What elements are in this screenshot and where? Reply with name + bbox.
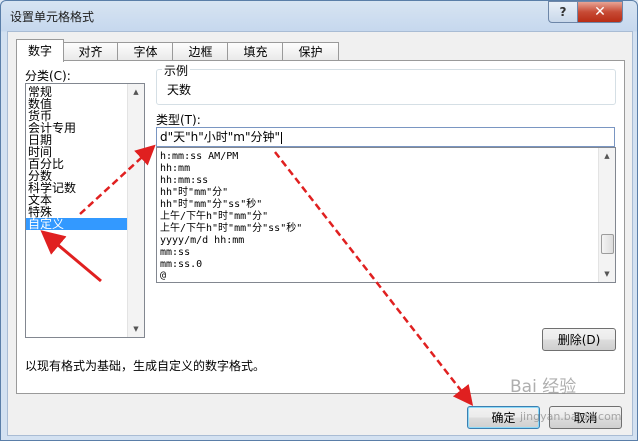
tab-font[interactable]: 字体 bbox=[117, 42, 174, 61]
tab-alignment[interactable]: 对齐 bbox=[62, 42, 119, 61]
delete-button[interactable]: 删除(D) bbox=[542, 328, 616, 351]
list-item[interactable]: yyyy/m/d hh:mm bbox=[160, 235, 244, 246]
tab-border[interactable]: 边框 bbox=[172, 42, 229, 61]
scroll-thumb[interactable] bbox=[601, 234, 614, 254]
list-item[interactable]: @ bbox=[160, 270, 166, 281]
help-button[interactable]: ? bbox=[548, 1, 578, 23]
list-item[interactable]: 常规 bbox=[26, 86, 128, 98]
sample-label: 示例 bbox=[162, 62, 191, 79]
sample-value: 天数 bbox=[167, 83, 192, 97]
dialog-title: 设置单元格格式 bbox=[10, 10, 95, 24]
list-item[interactable]: 百分比 bbox=[26, 158, 128, 170]
list-item[interactable]: 日期 bbox=[26, 134, 128, 146]
type-input-value: d"天"h"小时"m"分钟" bbox=[160, 130, 281, 144]
number-tab-panel: 分类(C): 常规 数值 货币 会计专用 日期 时间 百分比 分数 科学记数 文… bbox=[16, 60, 625, 394]
list-item[interactable]: 上午/下午h"时"mm"分" bbox=[160, 211, 268, 222]
format-description: 以现有格式为基础，生成自定义的数字格式。 bbox=[25, 359, 266, 373]
list-item[interactable]: hh:mm bbox=[160, 163, 190, 174]
sample-group bbox=[156, 69, 616, 105]
close-icon: ✕ bbox=[594, 4, 606, 20]
list-item[interactable]: 货币 bbox=[26, 110, 128, 122]
watermark-url: jingyan.baidu.com bbox=[520, 410, 622, 423]
list-item[interactable]: mm:ss.0 bbox=[160, 259, 202, 270]
type-label: 类型(T): bbox=[156, 113, 201, 127]
text-caret bbox=[281, 131, 283, 144]
scroll-up-icon[interactable]: ▲ bbox=[599, 148, 615, 164]
list-item[interactable]: 数值 bbox=[26, 98, 128, 110]
tab-number[interactable]: 数字 bbox=[16, 39, 64, 62]
list-item[interactable]: 时间 bbox=[26, 146, 128, 158]
category-label: 分类(C): bbox=[25, 69, 71, 83]
list-item[interactable]: 文本 bbox=[26, 194, 128, 206]
list-item[interactable]: h:mm:ss AM/PM bbox=[160, 151, 238, 162]
format-list[interactable]: h:mm:ss AM/PM hh:mm hh:mm:ss hh"时"mm"分" … bbox=[156, 147, 616, 283]
title-bar[interactable]: 设置单元格格式 ? ✕ bbox=[1, 1, 637, 31]
type-input[interactable]: d"天"h"小时"m"分钟" bbox=[156, 127, 615, 147]
scroll-down-icon[interactable]: ▼ bbox=[128, 321, 144, 337]
list-item[interactable]: hh"时"mm"分"ss"秒" bbox=[160, 199, 262, 210]
category-scrollbar[interactable]: ▲ ▼ bbox=[127, 84, 144, 337]
list-item[interactable]: 会计专用 bbox=[26, 122, 128, 134]
tab-fill[interactable]: 填充 bbox=[227, 42, 284, 61]
list-item[interactable]: mm:ss bbox=[160, 247, 190, 258]
watermark: Bai 经验 jingyan.baidu.com bbox=[488, 364, 636, 436]
category-list[interactable]: 常规 数值 货币 会计专用 日期 时间 百分比 分数 科学记数 文本 特殊 自定… bbox=[25, 83, 145, 338]
list-item[interactable]: 科学记数 bbox=[26, 182, 128, 194]
scroll-up-icon[interactable]: ▲ bbox=[128, 84, 144, 100]
list-item[interactable]: 上午/下午h"时"mm"分"ss"秒" bbox=[160, 223, 302, 234]
tab-protection[interactable]: 保护 bbox=[282, 42, 339, 61]
list-item[interactable]: hh"时"mm"分" bbox=[160, 187, 228, 198]
list-item[interactable]: hh:mm:ss bbox=[160, 175, 208, 186]
watermark-brand: Bai 经验 bbox=[510, 377, 577, 397]
scroll-down-icon[interactable]: ▼ bbox=[599, 266, 615, 282]
close-button[interactable]: ✕ bbox=[577, 1, 623, 23]
list-item[interactable]: 分数 bbox=[26, 170, 128, 182]
list-item[interactable]: 特殊 bbox=[26, 206, 128, 218]
list-item-selected[interactable]: 自定义 bbox=[26, 218, 128, 230]
help-icon: ? bbox=[559, 5, 567, 19]
format-scrollbar[interactable]: ▲ ▼ bbox=[598, 148, 615, 282]
